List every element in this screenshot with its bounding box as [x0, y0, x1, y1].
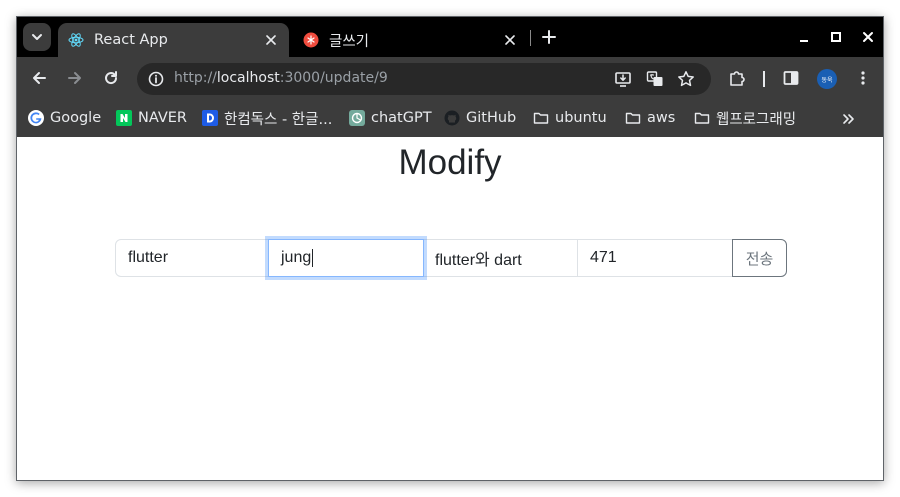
bookmark-google[interactable]: Google: [28, 107, 101, 129]
bookmark-label: Google: [50, 110, 102, 126]
close-icon: [863, 32, 873, 42]
info-icon: [148, 71, 164, 87]
react-icon: [68, 33, 84, 47]
page-content: Modify flutter jung flutter와 dart 471 전송: [17, 137, 883, 480]
tab-title: 글쓰기: [329, 33, 370, 50]
profile-avatar[interactable]: 동욱: [817, 69, 837, 89]
plus-icon: [542, 30, 556, 44]
address-url: http://localhost:3000/update/9: [174, 70, 388, 86]
site-info-button[interactable]: [145, 68, 167, 90]
more-vert-icon: [861, 71, 865, 85]
bookmark-folder-ubuntu[interactable]: ubuntu: [533, 107, 607, 129]
address-bar[interactable]: http://localhost:3000/update/9: [137, 63, 711, 95]
reload-icon: [105, 71, 118, 85]
tab-strip: React App 글쓰기: [17, 17, 883, 57]
browser-toolbar: http://localhost:3000/update/9 동욱: [17, 57, 883, 99]
extensions-button[interactable]: [725, 66, 749, 90]
browser-menu-button[interactable]: [851, 66, 875, 90]
naver-icon: [116, 110, 132, 126]
bookmarks-bar: Google NAVER 한컴독스 - 한글... chatGPT GitHub: [17, 99, 883, 137]
bookmark-label: GitHub: [466, 110, 517, 126]
folder-icon: [625, 110, 641, 126]
translate-icon: [646, 71, 663, 86]
bookmarks-overflow-button[interactable]: [837, 108, 859, 130]
bookmark-folder-aws[interactable]: aws: [625, 107, 675, 129]
field-2-input-focused[interactable]: jung: [268, 239, 424, 277]
arrow-right-icon: [68, 72, 81, 84]
minimize-button[interactable]: [791, 25, 817, 49]
field-1-input[interactable]: flutter: [115, 239, 269, 277]
forward-button[interactable]: [63, 66, 87, 90]
field-value: flutter: [128, 249, 169, 266]
field-3-input[interactable]: flutter와 dart: [423, 239, 578, 277]
tab-close-button[interactable]: [263, 32, 279, 48]
url-scheme: http://: [174, 70, 217, 86]
folder-icon: [533, 110, 549, 126]
field-4-input[interactable]: 471: [577, 239, 733, 277]
bookmark-naver[interactable]: NAVER: [116, 107, 187, 129]
side-panel-icon: [783, 71, 799, 85]
url-path: :3000/update/9: [279, 70, 388, 86]
maximize-icon: [831, 32, 841, 42]
side-panel-button[interactable]: [779, 66, 803, 90]
window-close-button[interactable]: [855, 25, 881, 49]
bookmark-label: 한컴독스 - 한글...: [224, 111, 333, 128]
bookmark-hancom-docs[interactable]: 한컴독스 - 한글...: [202, 107, 332, 129]
install-app-icon: [615, 72, 631, 87]
bookmark-label: NAVER: [138, 110, 187, 126]
bookmark-label: aws: [647, 110, 676, 126]
tab-search-button[interactable]: [23, 23, 51, 51]
page-title: Modify: [398, 143, 502, 182]
toolbar-separator: [763, 71, 765, 87]
arrow-left-icon: [33, 72, 46, 84]
bookmark-folder-web-programming[interactable]: 웹프로그래밍: [694, 107, 796, 129]
close-icon: [266, 35, 276, 45]
folder-icon: [694, 110, 710, 126]
bookmark-star-button[interactable]: [675, 68, 697, 90]
bookmark-label: chatGPT: [371, 110, 432, 126]
field-value: flutter와 dart: [435, 252, 522, 269]
reload-button[interactable]: [99, 66, 123, 90]
double-chevron-right-icon: [843, 114, 854, 124]
bookmark-chatgpt[interactable]: chatGPT: [349, 107, 432, 129]
chevron-down-icon: [32, 34, 42, 40]
google-icon: [28, 110, 44, 126]
text-caret: [312, 249, 314, 267]
field-value: jung: [281, 249, 312, 266]
browser-window: React App 글쓰기 http://localhost:3000/upda…: [16, 16, 884, 481]
bookmark-github[interactable]: GitHub: [444, 107, 516, 129]
minimize-icon: [800, 40, 808, 42]
tab-separator: [530, 30, 531, 46]
tab-react-app[interactable]: React App: [58, 23, 289, 57]
github-icon: [444, 110, 460, 126]
chatgpt-icon: [349, 110, 365, 126]
tab-title: React App: [94, 32, 168, 48]
submit-button[interactable]: 전송: [732, 239, 787, 277]
hancom-docs-icon: [202, 110, 218, 126]
new-tab-button[interactable]: [537, 25, 561, 49]
bookmark-label: ubuntu: [555, 110, 607, 126]
tab-close-button[interactable]: [502, 32, 518, 48]
modify-form: flutter jung flutter와 dart 471 전송: [115, 239, 787, 277]
install-app-button[interactable]: [612, 68, 634, 90]
translate-button[interactable]: [644, 68, 666, 90]
url-host: localhost: [216, 70, 280, 86]
field-value: 471: [590, 249, 617, 266]
bookmark-label: 웹프로그래밍: [716, 111, 797, 128]
back-button[interactable]: [27, 66, 51, 90]
pinwheel-icon: [303, 32, 319, 48]
star-icon: [678, 71, 694, 87]
tab-write[interactable]: 글쓰기: [293, 23, 528, 57]
maximize-button[interactable]: [823, 25, 849, 49]
close-icon: [505, 35, 515, 45]
puzzle-icon: [730, 71, 745, 86]
